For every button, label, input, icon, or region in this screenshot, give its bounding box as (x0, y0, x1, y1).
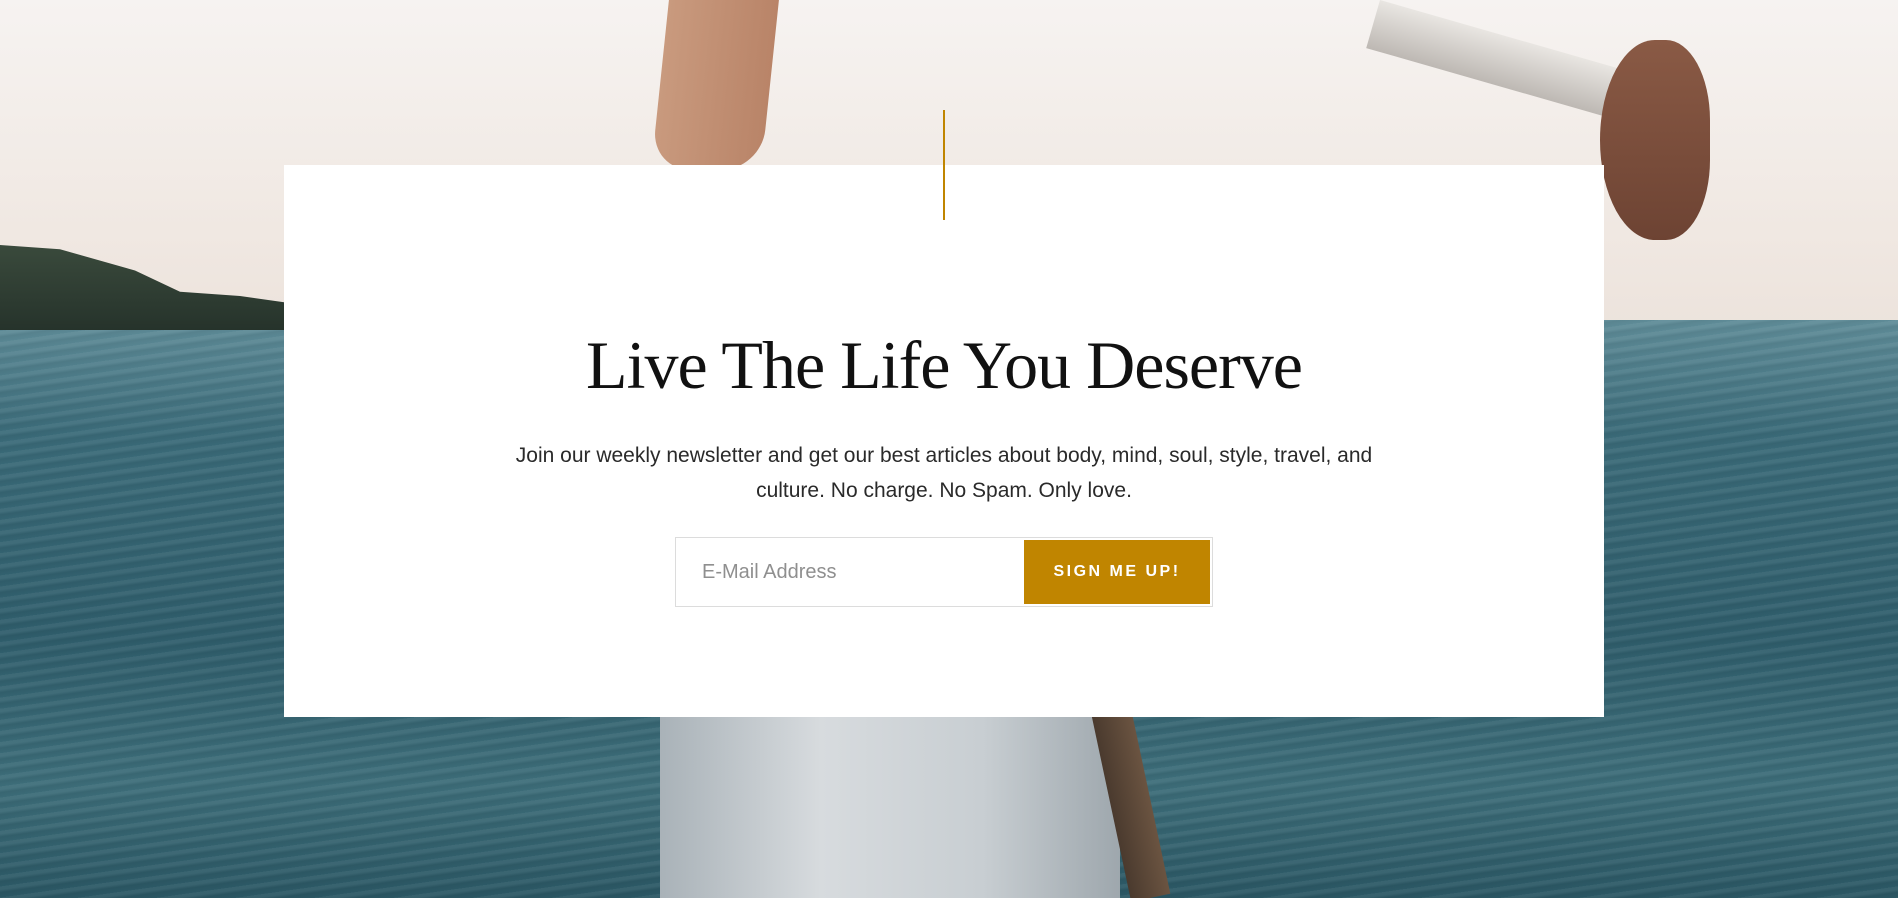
newsletter-headline: Live The Life You Deserve (586, 327, 1303, 403)
newsletter-signup-form: SIGN ME UP! (675, 537, 1213, 607)
sign-me-up-button[interactable]: SIGN ME UP! (1024, 540, 1210, 604)
dress (660, 700, 1120, 898)
email-input[interactable] (676, 538, 1021, 606)
accent-divider-line (943, 110, 945, 220)
raised-arm (651, 0, 779, 170)
newsletter-description: Join our weekly newsletter and get our b… (515, 444, 1373, 502)
raised-hand (1600, 40, 1710, 240)
